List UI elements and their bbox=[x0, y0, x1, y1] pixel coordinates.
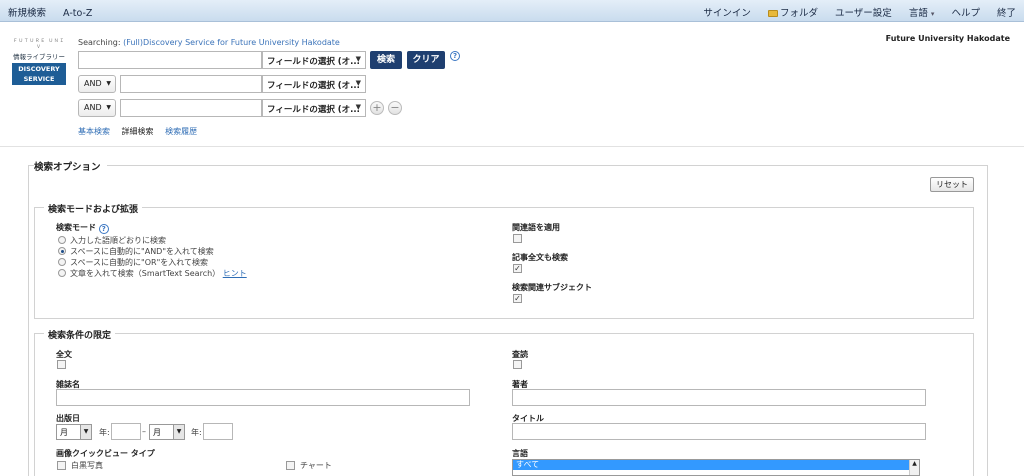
fulltext-articles-label: 記事全文も検索 bbox=[512, 253, 568, 262]
chevron-down-icon: ▼ bbox=[355, 103, 361, 111]
chart-label: チャート bbox=[300, 461, 332, 470]
search-input-1[interactable] bbox=[78, 51, 262, 69]
chevron-down-icon: ▼ bbox=[355, 79, 361, 87]
chevron-down-icon: ▼ bbox=[106, 80, 111, 87]
chevron-down-icon: ▼ bbox=[173, 425, 184, 439]
search-options-title: 検索オプション bbox=[34, 159, 107, 173]
search-input-3[interactable] bbox=[120, 99, 262, 117]
related-words-label: 関連語を適用 bbox=[512, 223, 560, 232]
related-subjects-checkbox[interactable]: ✓ bbox=[513, 294, 522, 303]
language-option-all[interactable]: すべて bbox=[513, 460, 919, 470]
fulltext-articles-checkbox[interactable]: ✓ bbox=[513, 264, 522, 273]
search-mode-section-title: 検索モードおよび拡張 bbox=[44, 202, 143, 215]
chevron-down-icon: ▾ bbox=[930, 10, 935, 18]
search-button[interactable]: 検索 bbox=[370, 51, 402, 69]
peer-review-label: 査読 bbox=[512, 350, 528, 359]
user-settings-link[interactable]: ユーザー設定 bbox=[835, 8, 892, 19]
remove-row-icon[interactable]: − bbox=[388, 101, 402, 115]
add-row-icon[interactable]: + bbox=[370, 101, 384, 115]
signin-link[interactable]: サインイン bbox=[703, 8, 751, 19]
image-type-label: 画像クイックビュー タイプ bbox=[56, 449, 155, 458]
help-link[interactable]: ヘルプ bbox=[951, 8, 980, 19]
radio-button[interactable] bbox=[58, 269, 66, 277]
exit-link[interactable]: 終了 bbox=[997, 8, 1016, 19]
discovery-service-logo[interactable]: ＦＵＴＵＲＥ ＵＮＩＶ 情報ライブラリー DISCOVERY SERVICE bbox=[12, 38, 66, 85]
boolean-operator-select-2[interactable]: AND ▼ bbox=[78, 75, 116, 93]
author-input[interactable] bbox=[512, 389, 926, 406]
mode-option-2[interactable]: スペースに自動的に"AND"を入れて検索 bbox=[58, 246, 214, 257]
to-year-input[interactable] bbox=[203, 423, 233, 440]
top-toolbar: 新規検索 A-to-Z サインイン フォルダ ユーザー設定 言語 ▾ ヘルプ 終… bbox=[0, 0, 1024, 22]
hint-link[interactable]: ヒント bbox=[223, 269, 247, 278]
language-listbox[interactable]: すべて ▲ bbox=[512, 459, 920, 476]
field-select-1[interactable]: フィールドの選択 (オ... ▼ bbox=[262, 51, 366, 69]
scrollbar[interactable]: ▲ bbox=[909, 460, 919, 475]
boolean-operator-select-3[interactable]: AND ▼ bbox=[78, 99, 116, 117]
basic-search-link[interactable]: 基本検索 bbox=[78, 127, 110, 136]
related-subjects-label: 検索関連サブジェクト bbox=[512, 283, 592, 292]
pubdate-label: 出版日 bbox=[56, 414, 80, 423]
mode-option-1[interactable]: 入力した語順どおりに検索 bbox=[58, 235, 166, 246]
a-to-z-link[interactable]: A-to-Z bbox=[63, 8, 92, 19]
from-year-input[interactable] bbox=[111, 423, 141, 440]
mode-option-4[interactable]: 文章を入れて検索（SmartText Search） ヒント bbox=[58, 268, 247, 279]
chevron-down-icon: ▼ bbox=[80, 425, 91, 439]
divider bbox=[0, 146, 1024, 147]
chart-checkbox[interactable] bbox=[286, 461, 295, 470]
field-select-3[interactable]: フィールドの選択 (オ... ▼ bbox=[262, 99, 366, 117]
help-icon[interactable]: ? bbox=[98, 224, 109, 234]
radio-button[interactable] bbox=[58, 236, 66, 244]
new-search-link[interactable]: 新規検索 bbox=[8, 8, 46, 19]
bw-photo-checkbox[interactable] bbox=[57, 461, 66, 470]
from-month-select[interactable]: 月 ▼ bbox=[56, 424, 92, 440]
radio-button-selected[interactable] bbox=[58, 247, 66, 255]
date-range-dash: – bbox=[142, 427, 146, 436]
from-year-label: 年: bbox=[99, 428, 110, 437]
journal-input[interactable] bbox=[56, 389, 470, 406]
clear-button[interactable]: クリア bbox=[407, 51, 445, 69]
peer-review-checkbox[interactable] bbox=[513, 360, 522, 369]
radio-button[interactable] bbox=[58, 258, 66, 266]
help-icon[interactable]: ? bbox=[450, 51, 460, 61]
searching-label: Searching: (Full)Discovery Service for F… bbox=[78, 38, 340, 47]
chevron-down-icon: ▼ bbox=[106, 104, 111, 111]
search-input-2[interactable] bbox=[120, 75, 262, 93]
language-menu[interactable]: 言語 ▾ bbox=[909, 8, 935, 19]
database-name[interactable]: (Full)Discovery Service for Future Unive… bbox=[123, 38, 340, 47]
field-select-2[interactable]: フィールドの選択 (オ... ▼ bbox=[262, 75, 366, 93]
bw-photo-label: 白黒写真 bbox=[71, 461, 103, 470]
chevron-down-icon: ▼ bbox=[355, 55, 361, 63]
limit-section-title: 検索条件の限定 bbox=[44, 328, 116, 341]
language-label: 言語 bbox=[512, 449, 528, 458]
advanced-search-link[interactable]: 詳細検索 bbox=[122, 127, 154, 136]
title-input[interactable] bbox=[512, 423, 926, 440]
folder-link[interactable]: フォルダ bbox=[767, 8, 818, 19]
to-month-select[interactable]: 月 ▼ bbox=[149, 424, 185, 440]
fulltext-label: 全文 bbox=[56, 350, 72, 359]
reset-button[interactable]: リセット bbox=[930, 177, 974, 192]
to-year-label: 年: bbox=[191, 428, 202, 437]
mode-option-3[interactable]: スペースに自動的に"OR"を入れて検索 bbox=[58, 257, 208, 268]
search-mode-links: 基本検索 詳細検索 検索履歴 bbox=[78, 126, 206, 137]
search-history-link[interactable]: 検索履歴 bbox=[165, 127, 197, 136]
related-words-checkbox[interactable] bbox=[513, 234, 522, 243]
search-mode-label: 検索モード ? bbox=[56, 222, 109, 234]
folder-icon bbox=[767, 10, 778, 17]
university-name: Future University Hakodate bbox=[885, 34, 1010, 43]
fulltext-checkbox[interactable] bbox=[57, 360, 66, 369]
